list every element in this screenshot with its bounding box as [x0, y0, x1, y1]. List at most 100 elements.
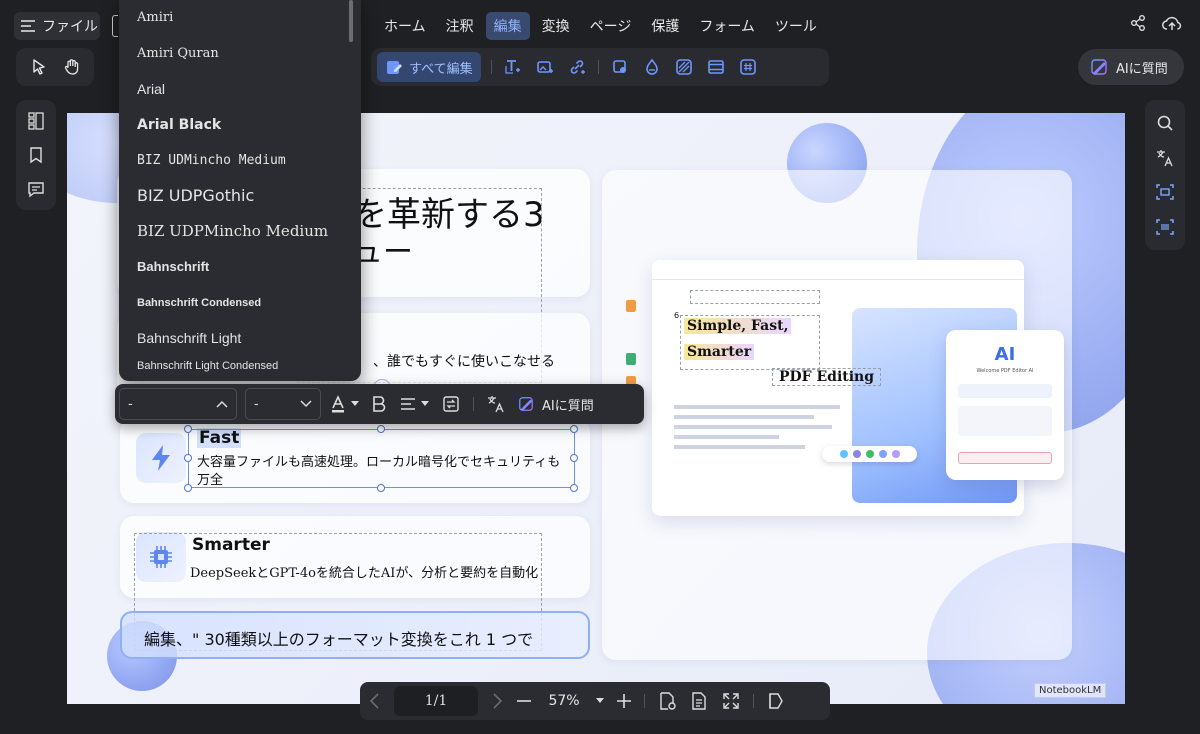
font-option[interactable]: Arial	[119, 71, 361, 107]
zoom-in-icon[interactable]	[616, 693, 632, 709]
tab-protect[interactable]: 保護	[643, 12, 687, 40]
preview-pdf-editing: PDF Editing	[772, 368, 882, 386]
bookmark-icon[interactable]	[26, 145, 46, 165]
sidebar-toggle-icon[interactable]	[112, 15, 118, 37]
add-image-icon[interactable]	[534, 56, 556, 78]
translate-icon[interactable]	[1155, 148, 1175, 168]
right-side-panel	[1145, 100, 1185, 250]
resize-handle[interactable]	[570, 454, 578, 462]
document-view-icon[interactable]	[689, 691, 709, 711]
chevron-up-icon	[216, 400, 228, 408]
text-replace-button[interactable]	[437, 395, 465, 413]
select-cursor-icon[interactable]	[30, 58, 48, 76]
chevron-down-icon	[300, 400, 312, 408]
font-option[interactable]: Bahnschrift Light Condensed	[119, 356, 361, 380]
hand-pan-icon[interactable]	[63, 58, 81, 76]
zoom-dropdown-icon[interactable]	[596, 698, 604, 704]
font-option[interactable]: Bahnschrift Light	[119, 320, 361, 356]
format-ask-ai-button[interactable]: AIに質問	[518, 395, 594, 414]
resize-handle[interactable]	[570, 484, 578, 492]
bold-button[interactable]	[367, 395, 391, 413]
preview-card: Simple, Fast, Smarter PDF Editing 6 AI W…	[602, 170, 1072, 660]
ocr-recognize-icon[interactable]	[1155, 182, 1175, 202]
intro-text[interactable]: 、誰でもすぐに使いこなせる	[373, 351, 555, 371]
align-button[interactable]	[399, 396, 429, 412]
resize-handle[interactable]	[184, 454, 192, 462]
resize-handle[interactable]	[377, 484, 385, 492]
text-selection-box[interactable]	[188, 429, 575, 488]
preview-simple-fast: Simple, Fast,	[684, 318, 792, 334]
tab-form[interactable]: フォーム	[691, 12, 763, 40]
ai-mini-panel: AI Welcome PDF Editor AI	[946, 330, 1064, 480]
dropdown-scrollbar[interactable]	[349, 0, 353, 42]
toolbar-divider	[597, 60, 599, 74]
font-option[interactable]: Bahnschrift Condensed	[119, 285, 361, 321]
file-menu-button[interactable]: ファイル	[14, 12, 100, 40]
edit-all-label: すべて編集	[409, 61, 473, 77]
ai-mini-input	[958, 452, 1052, 464]
fit-page-icon[interactable]	[721, 691, 741, 711]
page-indicator[interactable]: 1/1	[394, 686, 478, 716]
resize-handle[interactable]	[570, 425, 578, 433]
ocr-scan-icon[interactable]	[609, 56, 631, 78]
tab-home[interactable]: ホーム	[376, 12, 434, 40]
translate-text-button[interactable]	[482, 394, 510, 414]
share-icon[interactable]	[1129, 14, 1147, 32]
preview-page-number: 6	[674, 311, 680, 320]
font-option[interactable]: Bahnschrift	[119, 249, 361, 285]
next-page-icon[interactable]	[490, 692, 504, 710]
watermark-icon[interactable]	[641, 56, 663, 78]
ai-mini-title: AI	[994, 344, 1016, 365]
ai-mini-text-block	[958, 406, 1052, 436]
header-footer-icon[interactable]	[705, 56, 727, 78]
caret-down-icon	[421, 401, 429, 407]
top-right-actions	[1129, 14, 1183, 32]
banner-box: 編集、" 30種類以上のフォーマット変換をこれ 1 つで	[120, 611, 590, 659]
background-icon[interactable]	[673, 56, 695, 78]
font-family-select[interactable]: -	[119, 388, 237, 420]
search-icon[interactable]	[1155, 113, 1175, 133]
preview-file-icon	[626, 353, 636, 365]
page-settings-icon[interactable]	[657, 691, 677, 711]
left-side-panel	[16, 100, 56, 210]
tab-edit[interactable]: 編集	[485, 12, 530, 40]
add-text-icon[interactable]	[502, 56, 524, 78]
screenshot-capture-icon[interactable]	[1155, 217, 1175, 237]
bates-number-icon[interactable]	[737, 56, 759, 78]
toolbar-divider	[490, 60, 492, 74]
prev-page-icon[interactable]	[368, 692, 382, 710]
add-link-icon[interactable]	[566, 56, 588, 78]
font-option[interactable]: BIZ UDPGothic	[119, 178, 361, 214]
font-size-value: -	[254, 396, 259, 412]
font-option[interactable]: BIZ UDMincho Medium	[119, 142, 361, 178]
tab-convert[interactable]: 変換	[534, 12, 578, 40]
edit-all-button[interactable]: すべて編集	[377, 52, 481, 82]
toolbar-divider	[753, 694, 754, 708]
font-option[interactable]: Arial Black	[119, 107, 361, 143]
format-ask-ai-label: AIに質問	[542, 398, 594, 414]
ai-sparkle-icon	[518, 396, 534, 412]
collapse-panel-icon[interactable]	[766, 691, 786, 711]
tab-tools[interactable]: ツール	[767, 12, 825, 40]
font-option[interactable]: Amiri	[119, 0, 361, 36]
banner-text[interactable]: 編集、" 30種類以上のフォーマット変換をこれ 1 つで	[144, 626, 533, 650]
color-picker	[822, 446, 917, 462]
thumbnails-icon[interactable]	[26, 111, 46, 131]
resize-handle[interactable]	[184, 484, 192, 492]
hamburger-icon	[20, 19, 36, 33]
resize-handle[interactable]	[377, 425, 385, 433]
zoom-out-icon[interactable]	[516, 693, 532, 709]
ask-ai-button[interactable]: AIに質問	[1078, 49, 1184, 85]
text-color-button[interactable]	[329, 394, 359, 414]
font-size-select[interactable]: -	[245, 388, 321, 420]
tab-annotate[interactable]: 注釈	[438, 12, 482, 40]
font-option[interactable]: BIZ UDPMincho Medium	[119, 214, 361, 250]
resize-handle[interactable]	[184, 425, 192, 433]
zoom-level[interactable]: 57%	[544, 693, 584, 709]
comment-icon[interactable]	[26, 179, 46, 199]
cloud-upload-icon[interactable]	[1161, 14, 1183, 32]
tab-page[interactable]: ページ	[582, 12, 640, 40]
edit-pencil-icon	[385, 58, 403, 76]
ai-mini-doc-row	[958, 384, 1052, 398]
font-option[interactable]: Amiri Quran	[119, 36, 361, 72]
